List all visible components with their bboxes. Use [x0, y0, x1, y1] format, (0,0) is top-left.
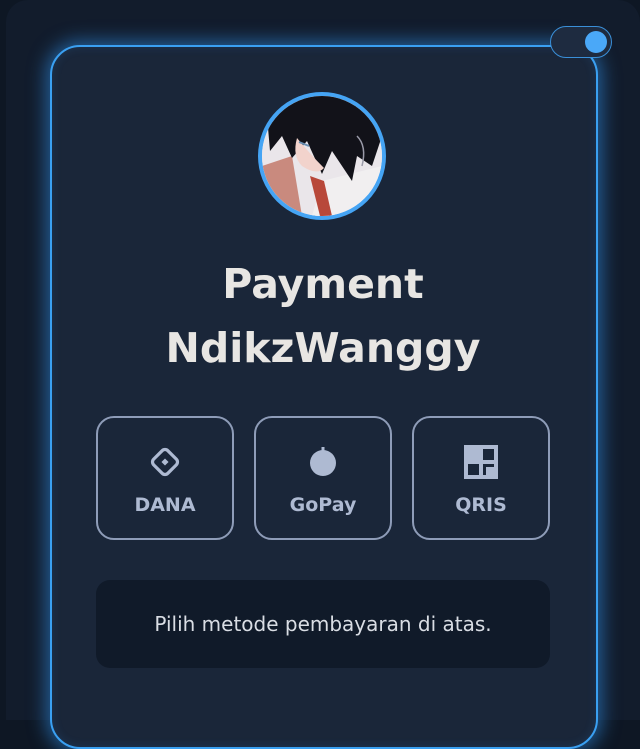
dana-label: DANA — [134, 494, 196, 516]
status-message-text: Pilih metode pembayaran di atas. — [154, 612, 492, 636]
title-line-name: NdikzWanggy — [165, 324, 481, 372]
qris-label: QRIS — [455, 494, 507, 516]
dana-button[interactable]: DANA — [96, 416, 234, 540]
diamond-icon — [150, 447, 180, 477]
theme-toggle[interactable] — [550, 26, 612, 58]
status-message-box: Pilih metode pembayaran di atas. — [96, 580, 550, 668]
qr-grid-icon — [464, 445, 498, 479]
circle-icon — [310, 447, 336, 476]
toggle-knob — [585, 31, 607, 53]
payment-methods: DANA GoPay QRIS — [96, 416, 550, 540]
page-title: Payment NdikzWanggy — [50, 252, 596, 380]
avatar — [258, 92, 386, 220]
gopay-label: GoPay — [289, 494, 357, 516]
avatar-illustration-icon — [262, 96, 382, 216]
qris-button[interactable]: QRIS — [412, 416, 550, 540]
gopay-button[interactable]: GoPay — [254, 416, 392, 540]
title-line-payment: Payment — [222, 260, 424, 308]
